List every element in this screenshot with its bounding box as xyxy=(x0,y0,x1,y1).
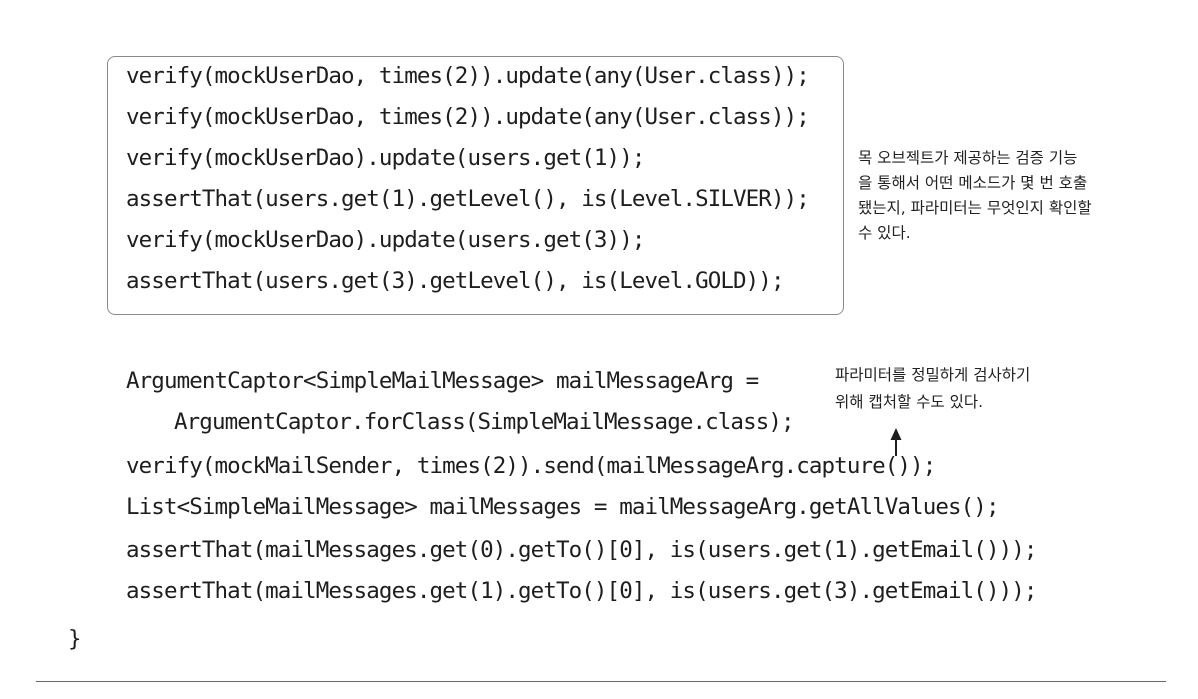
divider xyxy=(36,681,1166,682)
up-arrow-icon xyxy=(890,428,902,456)
code-line: ArgumentCaptor<SimpleMailMessage> mailMe… xyxy=(126,368,759,394)
code-line: verify(mockUserDao).update(users.get(1))… xyxy=(126,145,645,171)
verify-annotation-line: 됐는지, 파라미터는 무엇인지 확인할 xyxy=(858,199,1092,217)
code-line: assertThat(users.get(1).getLevel(), is(L… xyxy=(126,186,810,212)
verify-annotation-line: 수 있다. xyxy=(858,224,911,242)
captor-annotation-line: 위해 캡처할 수도 있다. xyxy=(835,393,984,411)
code-line: verify(mockUserDao, times(2)).update(any… xyxy=(126,63,810,89)
code-line: assertThat(mailMessages.get(0).getTo()[0… xyxy=(126,537,1037,563)
code-line: assertThat(mailMessages.get(1).getTo()[0… xyxy=(126,578,1037,604)
code-line: verify(mockMailSender, times(2)).send(ma… xyxy=(126,453,936,479)
closing-brace: } xyxy=(68,626,82,652)
code-line: assertThat(users.get(3).getLevel(), is(L… xyxy=(126,268,785,294)
code-line: ArgumentCaptor.forClass(SimpleMailMessag… xyxy=(174,409,795,435)
code-line: verify(mockUserDao).update(users.get(3))… xyxy=(126,227,645,253)
verify-annotation-line: 을 통해서 어떤 메소드가 몇 번 호출 xyxy=(858,174,1088,192)
code-line: verify(mockUserDao, times(2)).update(any… xyxy=(126,104,810,130)
captor-annotation-line: 파라미터를 정밀하게 검사하기 xyxy=(835,366,1031,384)
verify-annotation-line: 목 오브젝트가 제공하는 검증 기능 xyxy=(858,149,1078,167)
code-line: List<SimpleMailMessage> mailMessages = m… xyxy=(126,494,999,520)
